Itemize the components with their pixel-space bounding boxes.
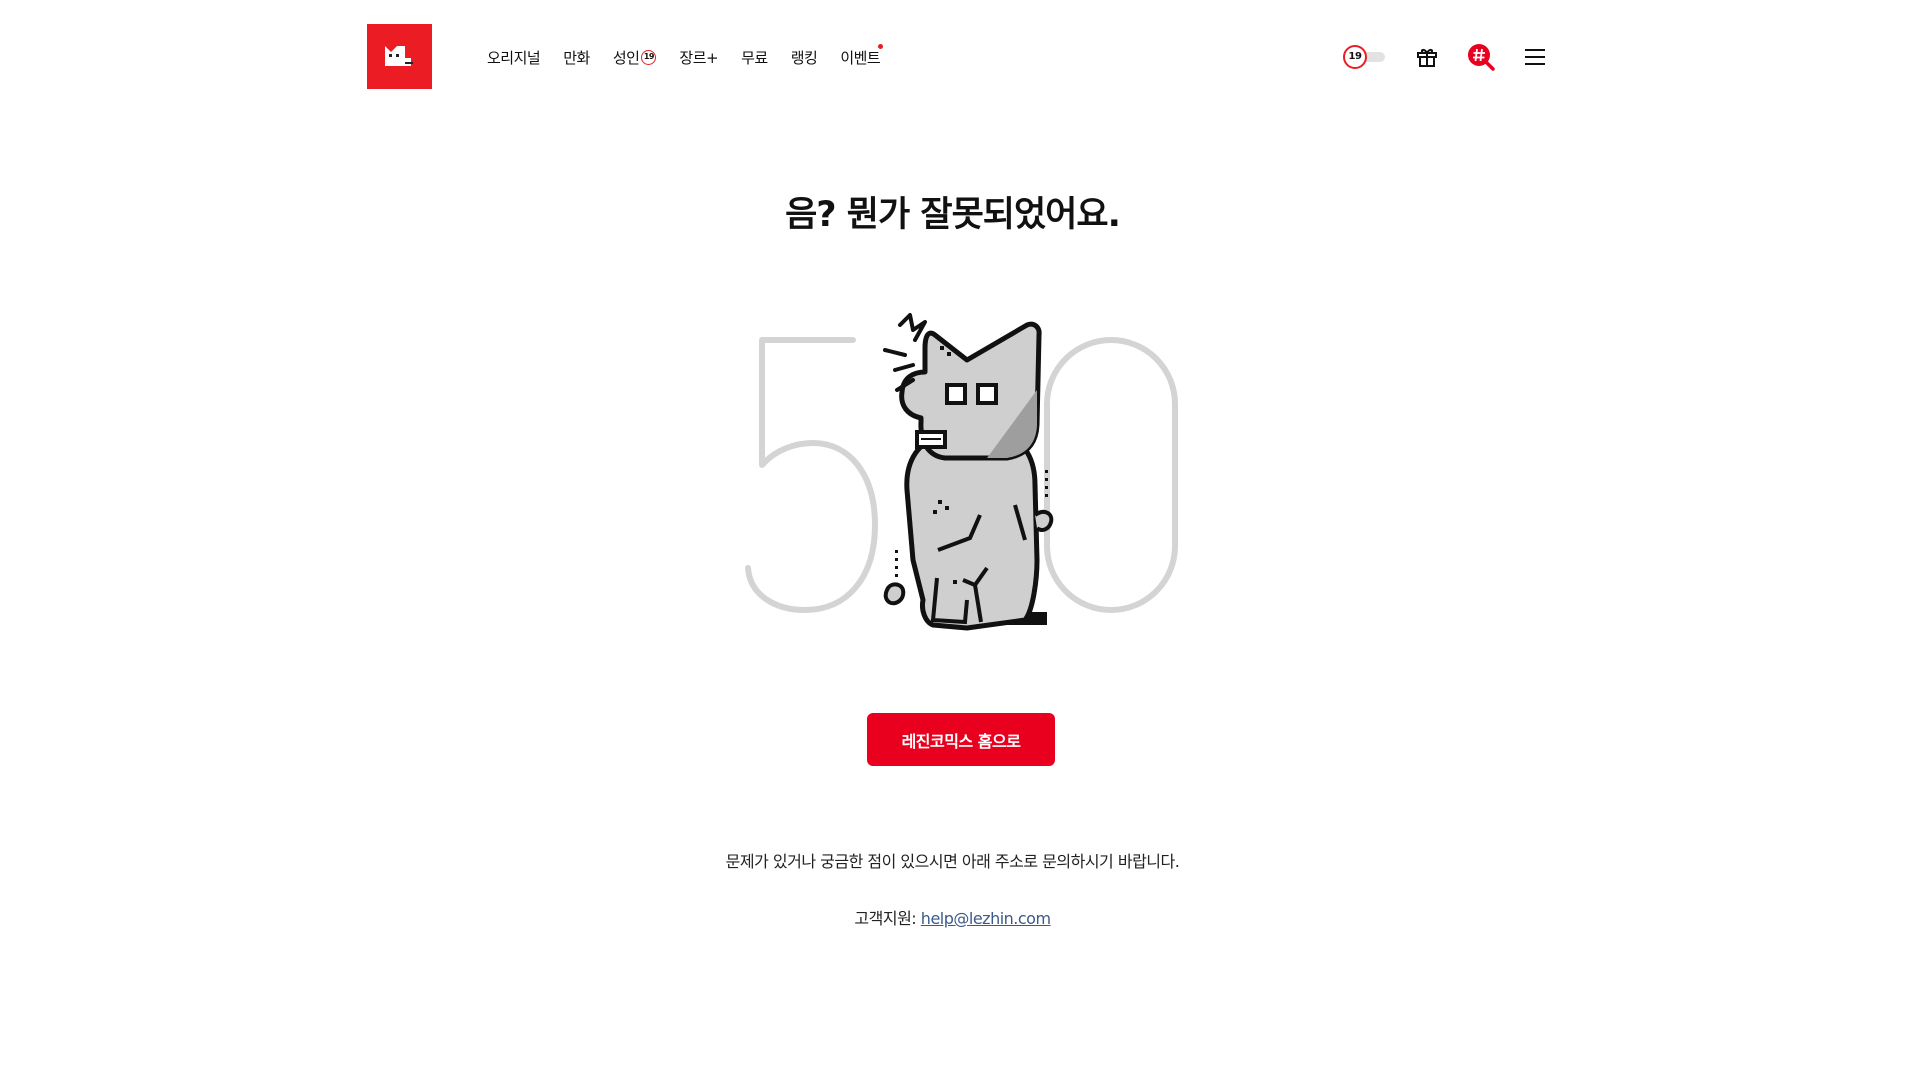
go-home-button[interactable]: 레진코믹스 홈으로 xyxy=(867,713,1055,766)
customer-support-line: 고객지원: help@lezhin.com xyxy=(0,905,1905,929)
support-label: 고객지원: xyxy=(854,909,917,928)
contact-notice: 문제가 있거나 궁금한 점이 있으시면 아래 주소로 문의하시기 바랍니다. xyxy=(725,852,1180,871)
support-email-link[interactable]: help@lezhin.com xyxy=(921,909,1051,928)
digit-0-outline xyxy=(1044,337,1178,613)
pebble xyxy=(883,582,906,606)
digit-5-outline xyxy=(745,337,878,613)
mascot-icon xyxy=(899,321,1054,631)
error-page: 음? 뭔가 잘못되었어요. 레진코믹스 홈으로 문제가 있거나 궁금한 점이 있… xyxy=(0,0,1905,1080)
page-title: 음? 뭔가 잘못되었어요. xyxy=(785,195,1121,235)
error-500-mascot-illustration xyxy=(745,313,1178,631)
